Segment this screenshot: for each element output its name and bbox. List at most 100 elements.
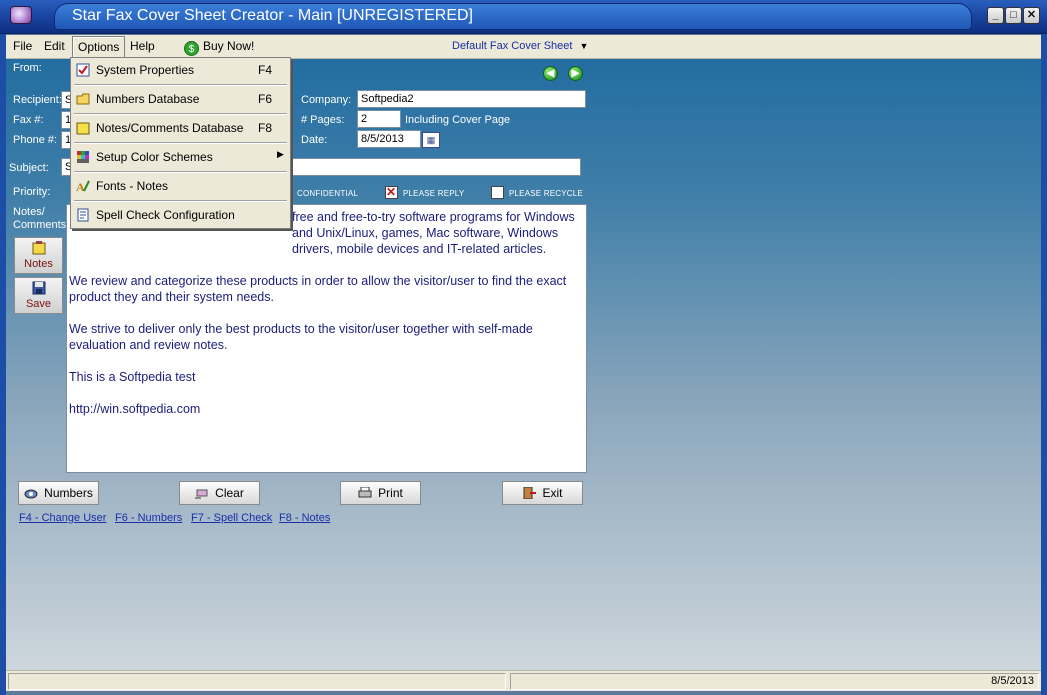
please-reply-label: PLEASE REPLY: [403, 189, 465, 198]
submenu-arrow-icon: ▶: [277, 149, 284, 159]
notes-paragraph: This is a Softpedia test: [69, 370, 196, 384]
clear-button[interactable]: Clear: [179, 481, 260, 505]
print-button-label: Print: [378, 486, 403, 500]
notes-label-line2: Comments:: [13, 219, 70, 231]
from-label: From:: [13, 62, 42, 74]
link-notes[interactable]: F8 - Notes: [279, 512, 330, 524]
menu-separator: [74, 171, 287, 173]
menu-item-label: Setup Color Schemes: [96, 150, 213, 164]
window-title: Star Fax Cover Sheet Creator - Main [UNR…: [72, 7, 473, 24]
notes-label-line1: Notes/: [13, 206, 45, 218]
notes-icon: [76, 122, 90, 135]
menu-item-notes-comments-database[interactable]: Notes/Comments Database F8: [72, 117, 289, 139]
exit-button[interactable]: Exit: [502, 481, 583, 505]
spellcheck-icon: [77, 208, 89, 222]
fax-label: Fax #:: [13, 114, 44, 126]
menu-item-shortcut: F6: [258, 92, 273, 106]
default-sheet-label: Default Fax Cover Sheet: [452, 40, 573, 52]
menu-file[interactable]: File: [13, 39, 32, 53]
title-bar: Star Fax Cover Sheet Creator - Main [UNR…: [0, 0, 1047, 34]
floppy-disk-icon: [32, 281, 46, 295]
phone-label: Phone #:: [13, 134, 58, 146]
notes-button[interactable]: Notes: [14, 237, 63, 274]
chevron-down-icon: ▼: [579, 41, 589, 51]
window-frame-right: [1041, 34, 1047, 695]
menu-item-label: Numbers Database: [96, 92, 200, 106]
clear-button-label: Clear: [215, 486, 244, 500]
menu-item-setup-color-schemes[interactable]: Setup Color Schemes ▶: [72, 146, 289, 168]
printer-icon: [358, 487, 372, 498]
eraser-icon: [195, 489, 208, 499]
numbers-button[interactable]: Numbers: [18, 481, 99, 505]
folder-icon: [76, 93, 90, 105]
menu-separator: [74, 84, 287, 86]
menu-item-label: Notes/Comments Database: [96, 121, 244, 135]
buy-now-button[interactable]: $ Buy Now!: [184, 39, 254, 56]
please-reply-checkbox[interactable]: [385, 185, 398, 199]
menu-item-shortcut: F8: [258, 121, 273, 135]
fonts-icon: A: [76, 180, 90, 193]
date-field[interactable]: 8/5/2013: [357, 130, 421, 148]
print-button[interactable]: Print: [340, 481, 421, 505]
exit-button-label: Exit: [542, 486, 563, 500]
arrow-left-icon[interactable]: ◀: [543, 66, 558, 81]
status-date: 8/5/2013: [510, 673, 1039, 690]
confidential-label: CONFIDENTIAL: [297, 189, 359, 198]
menu-item-fonts-notes[interactable]: A Fonts - Notes: [72, 175, 289, 197]
notes-paragraph: http://win.softpedia.com: [69, 402, 201, 416]
pages-label: # Pages:: [301, 114, 345, 126]
arrow-right-icon[interactable]: ▶: [568, 66, 583, 81]
save-button[interactable]: Save: [14, 277, 63, 314]
menu-item-system-properties[interactable]: System Properties F4: [72, 59, 289, 81]
recipient-label: Recipient:: [13, 94, 62, 106]
minimize-button[interactable]: _: [987, 7, 1004, 24]
options-dropdown-menu: System Properties F4 Numbers Database F6…: [70, 57, 291, 229]
status-cell-left: [8, 673, 506, 690]
menu-bar: File Edit Options Help $ Buy Now! Default…: [6, 35, 1041, 59]
status-bar: 8/5/2013: [6, 670, 1041, 691]
notes-paragraph: We review and categorize these products …: [69, 274, 567, 304]
menu-edit[interactable]: Edit: [44, 39, 65, 53]
notes-icon: [32, 241, 46, 255]
priority-label: Priority:: [13, 186, 51, 198]
calendar-icon[interactable]: ▦: [422, 132, 440, 148]
menu-help[interactable]: Help: [130, 39, 155, 53]
menu-item-label: Spell Check Configuration: [96, 208, 235, 222]
menu-item-numbers-database[interactable]: Numbers Database F6: [72, 88, 289, 110]
exit-door-icon: [523, 487, 537, 499]
numbers-button-label: Numbers: [44, 486, 93, 500]
buy-now-label: Buy Now!: [203, 39, 255, 53]
color-grid-icon: [77, 151, 89, 163]
menu-separator: [74, 142, 287, 144]
save-button-label: Save: [25, 298, 52, 310]
including-cover-label: Including Cover Page: [405, 114, 511, 126]
link-change-user[interactable]: F4 - Change User: [19, 512, 106, 524]
menu-item-shortcut: F4: [258, 63, 273, 77]
close-button[interactable]: ✕: [1023, 7, 1040, 24]
svg-text:A: A: [76, 180, 85, 193]
please-recycle-label: PLEASE RECYCLE: [509, 189, 583, 198]
pages-field[interactable]: 2: [357, 110, 401, 128]
dollar-icon: $: [184, 41, 199, 56]
company-field[interactable]: Softpedia2: [357, 90, 586, 108]
notes-paragraph: We strive to deliver only the best produ…: [69, 322, 533, 352]
maximize-button[interactable]: □: [1005, 7, 1022, 24]
default-sheet-selector[interactable]: Default Fax Cover Sheet ▼: [452, 40, 588, 52]
menu-separator: [74, 113, 287, 115]
properties-icon: [76, 63, 90, 77]
notes-content: free and free-to-try software programs f…: [69, 210, 583, 433]
notes-textarea[interactable]: free and free-to-try software programs f…: [66, 204, 587, 473]
menu-item-label: Fonts - Notes: [96, 179, 169, 193]
menu-options[interactable]: Options: [72, 36, 126, 58]
phone-icon: [24, 489, 38, 499]
menu-separator: [74, 200, 287, 202]
app-icon[interactable]: [10, 6, 32, 24]
link-spell-check[interactable]: F7 - Spell Check: [191, 512, 272, 524]
date-label: Date:: [301, 134, 328, 146]
menu-item-label: System Properties: [96, 63, 195, 77]
notes-button-label: Notes: [24, 258, 53, 270]
company-label: Company:: [301, 94, 352, 106]
menu-item-spell-check-configuration[interactable]: Spell Check Configuration: [72, 204, 289, 226]
please-recycle-checkbox[interactable]: [491, 186, 504, 199]
link-numbers[interactable]: F6 - Numbers: [115, 512, 182, 524]
